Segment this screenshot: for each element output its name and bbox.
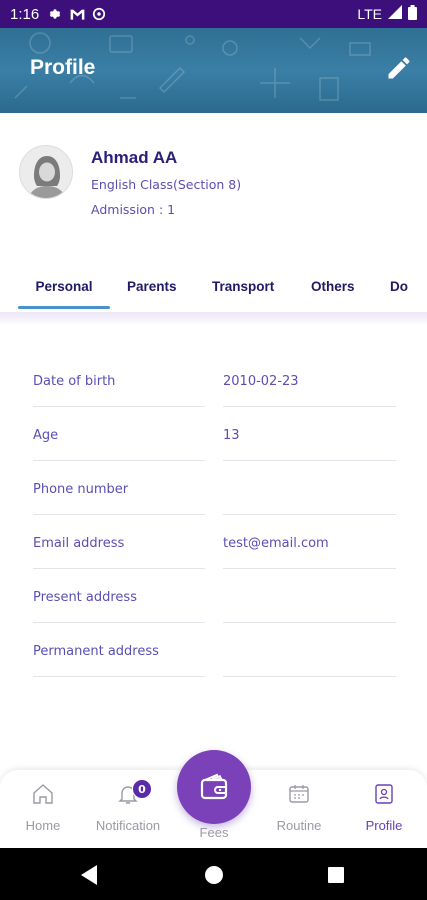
nav-home[interactable]: Home: [3, 782, 83, 833]
divider: [33, 622, 205, 623]
divider: [33, 568, 205, 569]
tabs-divider: [0, 312, 427, 326]
settings-icon: [47, 6, 63, 22]
nav-profile[interactable]: Profile: [344, 782, 424, 833]
home-circle-icon[interactable]: [203, 864, 225, 886]
tab-others[interactable]: Others: [311, 262, 355, 310]
info-label: Age: [33, 428, 59, 443]
student-admission: Admission : 1: [91, 202, 176, 217]
student-name: Ahmad AA: [91, 148, 178, 167]
nav-label: Notification: [95, 818, 161, 833]
pencil-icon: [388, 57, 410, 79]
tab-label: Others: [311, 278, 355, 294]
user-avatar-icon: [20, 146, 72, 198]
info-row-permanent-address: Permanent address: [0, 624, 427, 678]
tab-documents[interactable]: Do: [390, 262, 408, 310]
info-label: Present address: [33, 590, 137, 605]
divider: [33, 514, 205, 515]
tab-label: Parents: [127, 278, 177, 294]
fees-button[interactable]: [177, 750, 251, 824]
info-row-present-address: Present address: [0, 570, 427, 624]
network-type: LTE: [357, 6, 382, 22]
info-label: Email address: [33, 536, 125, 551]
tab-indicator: [18, 306, 110, 309]
page-title: Profile: [30, 56, 96, 79]
divider: [33, 676, 205, 677]
tab-personal[interactable]: Personal: [18, 262, 110, 310]
tab-parents[interactable]: Parents: [127, 262, 177, 310]
profile-summary: Ahmad AA English Class(Section 8) Admiss…: [0, 113, 427, 253]
nav-label: Profile: [365, 818, 403, 833]
info-value: 2010-02-23: [223, 374, 299, 389]
student-class: English Class(Section 8): [91, 177, 242, 192]
divider: [223, 568, 396, 569]
nav-notification[interactable]: 0 Notification: [88, 779, 168, 833]
system-nav-bar: [0, 848, 427, 900]
gmail-icon: [69, 6, 85, 22]
tab-label: Do: [390, 278, 408, 294]
info-label: Permanent address: [33, 644, 159, 659]
divider: [223, 676, 396, 677]
nav-label: Routine: [276, 818, 322, 833]
tab-transport[interactable]: Transport: [212, 262, 274, 310]
profile-tabs: Personal Parents Transport Others Do: [0, 262, 427, 310]
info-value: test@email.com: [223, 536, 329, 551]
info-row-email: Email address test@email.com: [0, 516, 427, 570]
info-label: Date of birth: [33, 374, 116, 389]
app-icon: [91, 6, 107, 22]
tab-label: Transport: [212, 278, 275, 294]
divider: [223, 460, 396, 461]
signal-icon: [388, 5, 402, 23]
status-time: 1:16: [10, 5, 40, 23]
nav-routine[interactable]: Routine: [259, 782, 339, 833]
status-bar: 1:16 LTE: [0, 0, 427, 28]
tab-label: Personal: [35, 278, 93, 294]
info-row-age: Age 13: [0, 408, 427, 462]
home-icon: [33, 784, 53, 804]
divider: [223, 406, 396, 407]
divider: [33, 406, 205, 407]
nav-label: Home: [25, 818, 61, 833]
divider: [33, 460, 205, 461]
avatar: [19, 145, 73, 199]
info-row-dob: Date of birth 2010-02-23: [0, 354, 427, 408]
info-label: Phone number: [33, 482, 129, 497]
fees-label: Fees: [199, 825, 229, 840]
calendar-icon: [289, 785, 309, 803]
edit-button[interactable]: [383, 52, 415, 84]
back-icon[interactable]: [79, 864, 101, 886]
recents-icon[interactable]: [325, 864, 347, 886]
notification-badge: 0: [132, 779, 152, 799]
divider: [223, 622, 396, 623]
info-row-phone: Phone number: [0, 462, 427, 516]
divider: [223, 514, 396, 515]
app-header: Profile: [0, 28, 427, 113]
info-value: 13: [223, 428, 240, 443]
battery-icon: [408, 4, 417, 24]
profile-card-icon: [375, 784, 393, 804]
wallet-icon: [200, 773, 228, 800]
